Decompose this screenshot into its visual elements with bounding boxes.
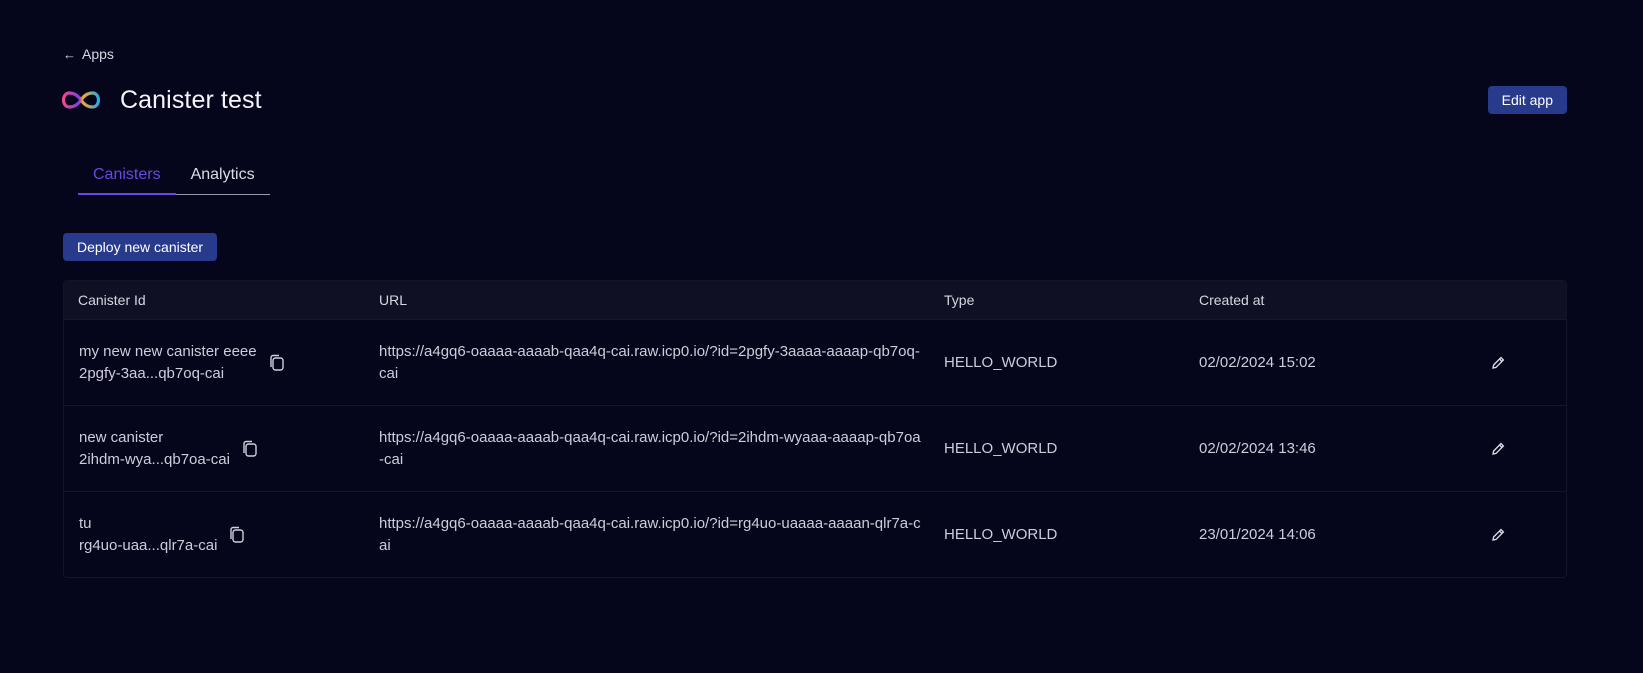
canister-type: HELLO_WORLD (944, 354, 1058, 371)
canister-id: rg4uo-uaa...qlr7a-cai (79, 536, 218, 554)
canister-url[interactable]: https://a4gq6-oaaaa-aaaab-qaa4q-cai.raw.… (379, 427, 929, 471)
canister-created-at: 02/02/2024 15:02 (1199, 354, 1316, 371)
copy-icon[interactable] (265, 351, 289, 375)
copy-icon[interactable] (238, 437, 262, 461)
canister-name: new canister (79, 428, 164, 446)
canister-created-at: 23/01/2024 14:06 (1199, 526, 1316, 543)
canister-type: HELLO_WORLD (944, 526, 1058, 543)
column-header-url: URL (379, 292, 408, 308)
column-header-type: Type (944, 292, 975, 308)
back-link-label: Apps (82, 46, 114, 62)
table-row: tu rg4uo-uaa...qlr7a-cai https://a4gq6-o… (64, 491, 1566, 577)
copy-icon[interactable] (225, 523, 249, 547)
canister-id: 2pgfy-3aa...qb7oq-cai (79, 364, 225, 382)
edit-app-button[interactable]: Edit app (1487, 86, 1567, 114)
tab-bar: Canisters Analytics (78, 160, 270, 195)
infinity-logo-icon (62, 88, 100, 112)
canister-type: HELLO_WORLD (944, 440, 1058, 457)
pencil-icon[interactable] (1488, 353, 1508, 373)
canister-url[interactable]: https://a4gq6-oaaaa-aaaab-qaa4q-cai.raw.… (379, 341, 929, 385)
tab-canisters[interactable]: Canisters (78, 160, 176, 195)
column-header-canister-id: Canister Id (78, 292, 146, 308)
canister-name: tu (79, 514, 92, 532)
arrow-left-icon: ← (63, 46, 76, 62)
canisters-table: Canister Id URL Type Created at my new n… (63, 280, 1567, 578)
pencil-icon[interactable] (1488, 439, 1508, 459)
canister-created-at: 02/02/2024 13:46 (1199, 440, 1316, 457)
canister-url[interactable]: https://a4gq6-oaaaa-aaaab-qaa4q-cai.raw.… (379, 513, 929, 557)
deploy-new-canister-button[interactable]: Deploy new canister (63, 233, 218, 261)
tab-analytics[interactable]: Analytics (176, 160, 270, 194)
page-header: Canister test Edit app (62, 82, 1567, 118)
back-to-apps-link[interactable]: ← Apps (63, 46, 114, 62)
pencil-icon[interactable] (1488, 525, 1508, 545)
page-title: Canister test (120, 85, 262, 114)
table-row: my new new canister eeee 2pgfy-3aa...qb7… (64, 319, 1566, 405)
column-header-created-at: Created at (1199, 292, 1265, 308)
table-header: Canister Id URL Type Created at (64, 281, 1566, 319)
table-row: new canister 2ihdm-wya...qb7oa-cai https… (64, 405, 1566, 491)
canister-id: 2ihdm-wya...qb7oa-cai (79, 450, 230, 468)
canister-name: my new new canister eeee (79, 342, 257, 360)
